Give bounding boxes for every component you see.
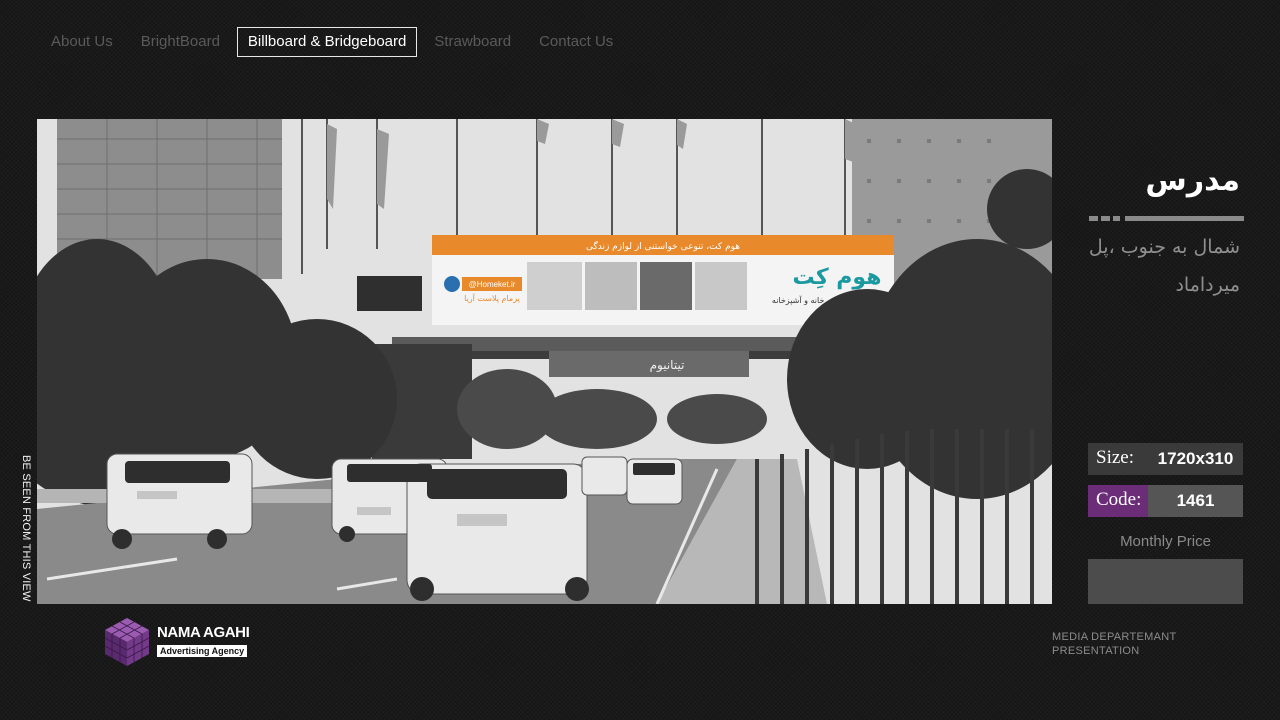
side-label: BE SEEN FROM THIS VIEW [18, 455, 32, 603]
nav-about-us[interactable]: About Us [40, 27, 124, 57]
cube-logo-icon [104, 618, 150, 666]
be-seen-label: BE SEEN FROM THIS VIEW [20, 455, 32, 602]
billboard-top-banner: هوم کت، تنوعی خواستنی از لوازم زندگی [586, 240, 740, 252]
billboard-company: پرمام پلاست آریا [464, 293, 520, 303]
logo-name: NAMA AGAHI [157, 624, 250, 641]
title-divider [1089, 216, 1244, 221]
footer-line-1: MEDIA DEPARTEMANT [1052, 631, 1177, 643]
location-subtitle: شمال به جنوب ،پل میرداماد [1088, 236, 1240, 296]
code-box: Code: 1461 [1088, 485, 1243, 517]
size-box: Size: 1720x310 [1088, 443, 1243, 475]
agency-logo[interactable]: NAMA AGAHI Advertising Agency [103, 616, 250, 668]
footer-right: MEDIA DEPARTEMANT PRESENTATION [1052, 630, 1177, 658]
size-value: 1720x310 [1148, 443, 1243, 475]
nav-billboard-bridgeboard[interactable]: Billboard & Bridgeboard [236, 27, 418, 57]
monthly-price-label: Monthly Price [1120, 533, 1211, 550]
size-label: Size: [1096, 447, 1134, 468]
billboard-website: @Homeket.ir [469, 280, 516, 289]
logo-tagline: Advertising Agency [157, 645, 248, 657]
billboard-brand: هوم کِت [793, 265, 882, 290]
nav-strawboard[interactable]: Strawboard [423, 27, 522, 57]
nav-contact-us[interactable]: Contact Us [528, 27, 624, 57]
billboard-photo: هوم کت، تنوعی خواستنی از لوازم زندگی @Ho… [37, 119, 1052, 604]
top-nav: About Us BrightBoard Billboard & Bridgeb… [40, 27, 630, 57]
location-title: مدرس [1145, 163, 1240, 198]
nav-brightboard[interactable]: BrightBoard [130, 27, 231, 57]
lower-sign-text: تیتانیوم [650, 358, 685, 373]
footer-line-2: PRESENTATION [1052, 645, 1140, 657]
code-value: 1461 [1148, 485, 1243, 517]
code-label: Code: [1088, 485, 1148, 517]
monthly-price-box [1088, 559, 1243, 604]
